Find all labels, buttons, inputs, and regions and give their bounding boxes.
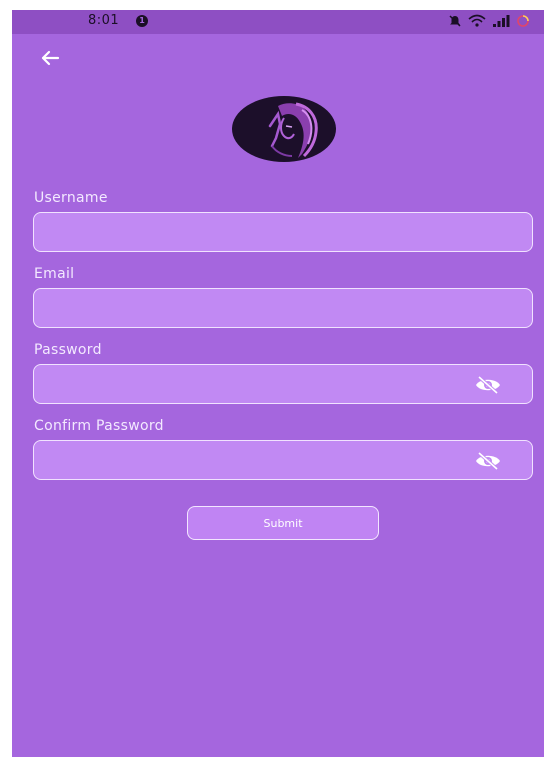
mute-icon [449,15,461,27]
password-label: Password [34,342,102,358]
wifi-icon [468,14,486,27]
avatar-logo [232,96,336,162]
confirm-password-field[interactable] [33,440,533,480]
app-screen: 8:01 1 Username Email Password Confirm P… [12,10,544,757]
eye-off-icon[interactable] [474,376,502,394]
password-input[interactable] [34,365,532,403]
username-input[interactable] [34,213,532,251]
woman-silhouette-logo [268,102,318,158]
battery-icon [517,15,529,27]
status-bar: 8:01 1 [12,10,544,34]
eye-off-icon[interactable] [474,452,502,470]
email-field[interactable] [33,288,533,328]
submit-button[interactable]: Submit [187,506,379,540]
username-field[interactable] [33,212,533,252]
back-button[interactable] [34,42,66,74]
confirm-password-label: Confirm Password [34,418,164,434]
email-label: Email [34,266,75,282]
notification-badge: 1 [136,15,148,27]
signal-icon [493,15,510,27]
password-field[interactable] [33,364,533,404]
confirm-password-input[interactable] [34,441,532,479]
email-input[interactable] [34,289,532,327]
username-label: Username [34,190,108,206]
status-icons [448,14,530,28]
arrow-left-icon [41,50,60,66]
status-time: 8:01 [88,13,120,28]
